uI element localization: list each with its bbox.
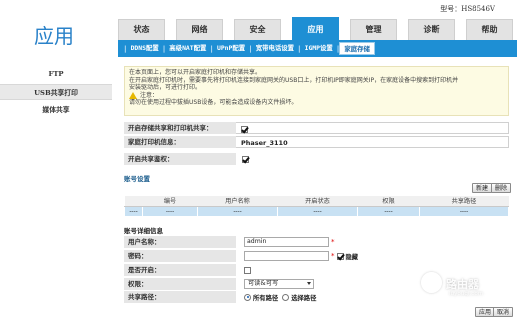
table-cell: ---- <box>277 205 358 217</box>
account-settings-title: 账号设置 <box>124 175 150 183</box>
printer-info-row: 家庭打印机信息： Phaser_3110 <box>124 136 509 148</box>
column-header <box>124 196 143 207</box>
enable-auth-checkbox[interactable] <box>242 155 249 163</box>
column-header: 开启状态 <box>277 196 358 207</box>
permission-label: 权限： <box>124 278 236 290</box>
tab-diagnosis[interactable]: 诊断 <box>408 19 455 40</box>
app-title: 应用 <box>34 24 74 48</box>
username-label: 用户名称： <box>124 236 236 248</box>
table-cell: ---- <box>357 205 420 217</box>
model-label: 型号：HS8546V <box>440 5 495 13</box>
account-detail-title: 账号详细信息 <box>124 227 163 235</box>
sub-tab-advanced-nat[interactable]: 高级NAT配置 <box>165 42 210 55</box>
printer-info-label: 家庭打印机信息： <box>124 136 236 148</box>
enable-auth-label: 开启共享鉴权： <box>124 153 236 165</box>
sub-tab-igmp[interactable]: IGMP设置 <box>301 42 337 55</box>
share-select-label: 选择路径 <box>291 294 317 302</box>
delete-account-button[interactable]: 删除 <box>491 183 512 193</box>
table-cell: ---- <box>142 205 198 217</box>
tab-help[interactable]: 帮助 <box>466 19 513 40</box>
tab-status[interactable]: 状态 <box>118 19 165 40</box>
required-mark: * <box>331 238 335 246</box>
column-header: 用户名称 <box>197 196 278 207</box>
hide-password-checkbox[interactable] <box>336 252 344 260</box>
notice-box: 在本页面上，您可以开启家庭打印机和存储共享。 在开启家庭打印机时，需要事先将打印… <box>124 66 509 116</box>
tab-security[interactable]: 安全 <box>234 19 281 40</box>
watermark-logo-icon <box>421 272 442 293</box>
permission-select[interactable]: 可读&可写 <box>244 279 314 289</box>
table-cell: ---- <box>124 205 143 217</box>
enabled-row: 是否开启： <box>124 264 509 276</box>
column-header: 编号 <box>142 196 198 207</box>
share-all-radio[interactable] <box>244 293 251 301</box>
cancel-button[interactable]: 取消 <box>493 307 514 317</box>
warning-icon <box>129 92 137 100</box>
required-mark: * <box>331 252 335 260</box>
share-path-label: 共享路径： <box>124 291 236 303</box>
column-header: 共享路径 <box>419 196 509 207</box>
enable-share-checkbox[interactable] <box>241 125 248 133</box>
sidebar-item-media-share[interactable]: 媒体共享 <box>0 102 112 118</box>
notice-line: 在本页面上，您可以开启家庭打印机和存储共享。 <box>129 69 262 76</box>
sidebar: FTP USB共享打印 媒体共享 <box>0 66 112 120</box>
warning-text: 请勿在使用过程中拔插USB设备，可能会造成设备内文件损坏。 <box>129 99 298 107</box>
tab-management[interactable]: 管理 <box>350 19 397 40</box>
chevron-down-icon <box>307 282 311 285</box>
table-header-row: 编号 用户名称 开启状态 权限 共享路径 <box>124 196 509 207</box>
enable-share-row: 开启存储共享和打印机共享： <box>124 122 509 134</box>
password-input[interactable] <box>244 251 329 261</box>
hide-password-label: 隐藏 <box>345 253 359 261</box>
column-header: 权限 <box>357 196 420 207</box>
enabled-label: 是否开启： <box>124 264 236 276</box>
watermark-title: 路由器 <box>446 278 479 291</box>
table-row[interactable]: ---- ---- ---- ---- ---- ---- <box>124 205 509 217</box>
sidebar-item-usb-print[interactable]: USB共享打印 <box>0 84 112 100</box>
enabled-cell <box>236 264 251 276</box>
password-row: 密码： * 隐藏 <box>124 250 509 262</box>
tab-network[interactable]: 网络 <box>176 19 223 40</box>
sub-tab-home-storage[interactable]: 家庭存储 <box>339 42 375 55</box>
sidebar-item-ftp[interactable]: FTP <box>0 66 112 82</box>
watermark-subtitle: luyouqi.com <box>449 291 484 297</box>
main-nav: 状态 网络 安全 应用 管理 诊断 帮助 <box>118 17 517 40</box>
share-path-cell: 所有路径 选择路径 <box>236 291 320 303</box>
account-table: 编号 用户名称 开启状态 权限 共享路径 ---- ---- ---- ----… <box>124 196 509 217</box>
enable-auth-row: 开启共享鉴权： <box>124 153 254 165</box>
enabled-checkbox[interactable] <box>244 266 251 274</box>
table-cell: ---- <box>197 205 278 217</box>
sub-tab-voip[interactable]: 宽带电话设置 <box>252 42 298 55</box>
password-cell: * 隐藏 <box>236 250 362 262</box>
new-account-button[interactable]: 新建 <box>472 183 493 193</box>
sub-nav: | DDNS配置 | 高级NAT配置 | UPnP配置 | 宽带电话设置 | I… <box>118 40 517 57</box>
share-all-label: 所有路径 <box>253 294 279 302</box>
permission-cell: 可读&可写 <box>236 278 314 290</box>
password-label: 密码： <box>124 250 236 262</box>
enable-share-label: 开启存储共享和打印机共享： <box>124 122 236 134</box>
notice-line: 安装驱动后，可进行打印。 <box>129 84 202 92</box>
sub-tab-ddns[interactable]: DDNS配置 <box>127 42 163 55</box>
username-cell: admin * <box>236 236 335 248</box>
username-input[interactable]: admin <box>244 237 329 247</box>
tab-application[interactable]: 应用 <box>292 17 339 40</box>
enable-auth-cell <box>236 155 249 163</box>
permission-selected-value: 可读&可写 <box>248 280 279 287</box>
apply-button[interactable]: 应用 <box>475 307 496 317</box>
share-select-radio[interactable] <box>282 293 290 301</box>
sub-tab-upnp[interactable]: UPnP配置 <box>213 42 249 55</box>
printer-info-value: Phaser_3110 <box>236 136 509 148</box>
table-cell: ---- <box>419 205 509 217</box>
username-row: 用户名称： admin * <box>124 236 509 248</box>
enable-share-cell <box>236 122 509 134</box>
